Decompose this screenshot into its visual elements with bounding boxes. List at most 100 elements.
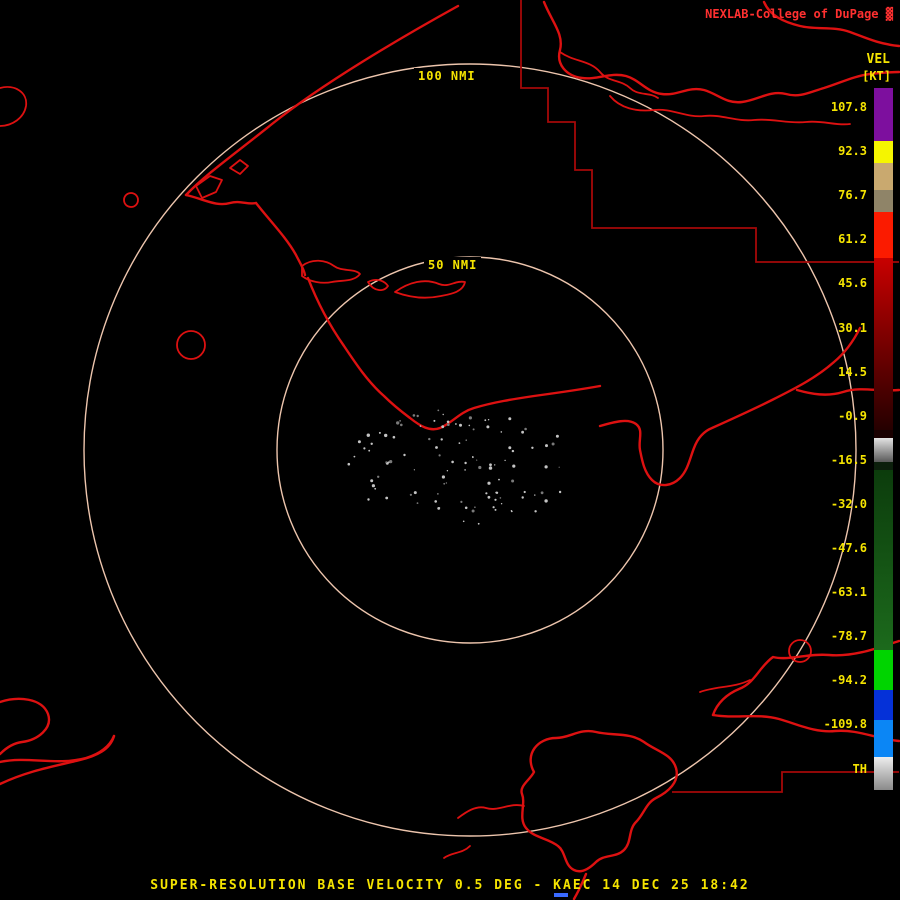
- velocity-echo: [521, 430, 524, 434]
- velocity-echo: [367, 498, 370, 501]
- velocity-echo: [471, 509, 475, 513]
- colorbar-segment: [874, 88, 893, 141]
- velocity-echo: [434, 500, 438, 503]
- velocity-echo: [558, 466, 560, 468]
- velocity-echo: [468, 416, 472, 420]
- velocity-echo: [534, 510, 537, 513]
- velocity-echo: [357, 440, 361, 444]
- velocity-echo: [437, 507, 441, 510]
- bottom-marker: [554, 893, 568, 897]
- velocity-echo: [443, 482, 446, 485]
- velocity-echo: [441, 425, 445, 429]
- velocity-echo: [488, 466, 493, 470]
- range-rings: [83, 63, 857, 837]
- velocity-echo: [409, 493, 412, 496]
- colorbar-segment: [874, 190, 893, 212]
- velocity-echo: [413, 491, 417, 495]
- velocity-echo: [438, 454, 441, 457]
- velocity-echo: [347, 462, 351, 466]
- velocity-echo: [460, 500, 463, 503]
- velocity-echo: [487, 495, 491, 499]
- map-outlines: [0, 0, 900, 900]
- colorbar-segment: [874, 163, 893, 190]
- colorbar-segment: [874, 462, 893, 470]
- velocity-echo: [476, 459, 478, 461]
- echo-layer: [347, 409, 562, 525]
- velocity-echo: [392, 435, 396, 439]
- velocity-echo: [551, 442, 555, 446]
- velocity-echo: [531, 446, 534, 449]
- velocity-echo: [433, 419, 436, 422]
- velocity-echo: [508, 417, 512, 421]
- velocity-echo: [500, 431, 503, 433]
- velocity-echo: [511, 449, 515, 453]
- velocity-echo: [499, 497, 502, 499]
- colorbar-segment: [874, 757, 893, 790]
- velocity-echo: [366, 433, 370, 437]
- velocity-echo: [396, 421, 400, 425]
- branding-mark-icon: ▓: [885, 7, 893, 21]
- velocity-echo: [544, 499, 548, 503]
- velocity-echo: [494, 464, 496, 466]
- colorbar-title: VEL: [866, 52, 890, 67]
- velocity-echo: [464, 506, 468, 510]
- velocity-echo: [495, 491, 498, 494]
- velocity-echo: [374, 487, 377, 490]
- velocity-echo: [363, 447, 366, 450]
- velocity-echo: [451, 460, 454, 464]
- velocity-echo: [370, 442, 373, 445]
- velocity-echo: [378, 431, 381, 434]
- velocity-echo: [484, 419, 487, 422]
- velocity-echo: [413, 469, 415, 471]
- velocity-echo: [489, 463, 492, 467]
- velocity-echo: [462, 520, 465, 523]
- range-ring-label-50nmi: 50 NMI: [424, 257, 482, 273]
- velocity-echo: [399, 420, 401, 422]
- range-ring-label-100nmi: 100 NMI: [414, 68, 480, 84]
- velocity-echo: [500, 503, 503, 505]
- velocity-echo: [464, 461, 467, 465]
- colorbar-segment: [874, 212, 893, 258]
- velocity-echo: [524, 427, 527, 431]
- colorbar-segment: [874, 141, 893, 163]
- velocity-echo: [446, 470, 449, 472]
- velocity-echo: [512, 464, 516, 468]
- colorbar-segment: [874, 430, 893, 438]
- velocity-echo: [472, 428, 475, 431]
- velocity-echo: [445, 482, 448, 484]
- velocity-echo: [504, 459, 506, 462]
- velocity-echo: [511, 479, 515, 483]
- colorbar-segment: [874, 690, 893, 720]
- velocity-echo: [389, 460, 393, 464]
- colorbar-units: [KT]: [862, 69, 891, 83]
- product-status-line: SUPER-RESOLUTION BASE VELOCITY 0.5 DEG -…: [150, 878, 750, 893]
- colorbar-segment: [874, 470, 893, 650]
- velocity-echo: [477, 522, 480, 525]
- velocity-echo: [487, 419, 490, 421]
- velocity-echo: [472, 456, 474, 459]
- velocity-echo: [459, 423, 462, 427]
- velocity-echo: [446, 423, 450, 426]
- range-ring-100nmi: [83, 63, 857, 837]
- velocity-echo: [353, 455, 356, 458]
- velocity-echo: [385, 496, 389, 500]
- political-boundaries: [520, 0, 899, 793]
- velocity-echo: [442, 413, 444, 416]
- velocity-echo: [458, 442, 461, 444]
- velocity-echo: [508, 446, 512, 450]
- velocity-echo: [558, 490, 562, 494]
- velocity-echo: [440, 438, 443, 441]
- velocity-echo: [435, 446, 438, 449]
- radar-display: 100 NMI 50 NMI NEXLAB-College of DuPage …: [0, 0, 900, 900]
- branding: NEXLAB-College of DuPage ▓: [705, 7, 893, 21]
- velocity-echo: [403, 453, 406, 457]
- velocity-echo: [510, 510, 513, 513]
- velocity-echo: [385, 461, 388, 464]
- velocity-echo: [416, 414, 419, 418]
- velocity-echo: [478, 465, 482, 470]
- colorbar-segment: [874, 258, 893, 430]
- velocity-echo: [370, 479, 374, 483]
- velocity-echo: [485, 492, 488, 495]
- colorbar: [874, 88, 893, 790]
- velocity-echo: [437, 409, 440, 412]
